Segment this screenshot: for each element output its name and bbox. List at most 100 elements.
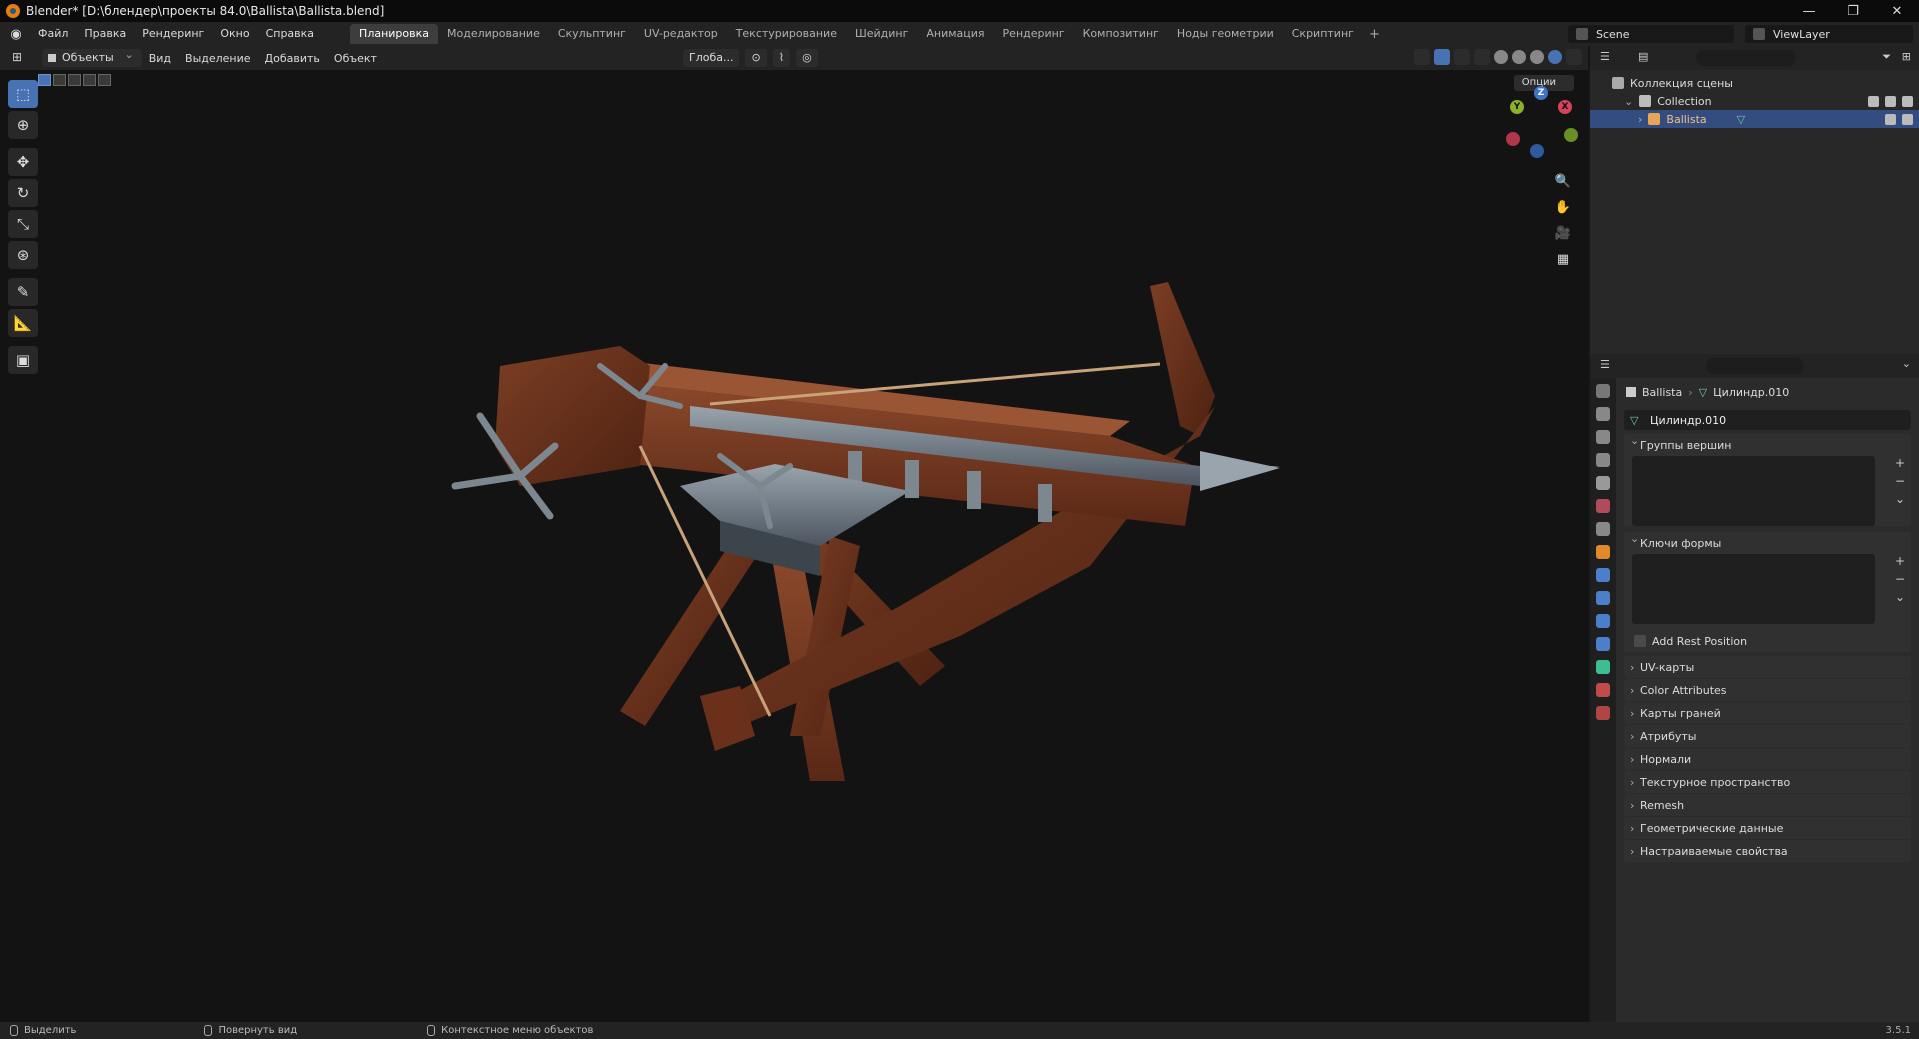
gizmo-toggle-icon[interactable]: [1434, 49, 1450, 65]
xray-toggle-icon[interactable]: [1474, 49, 1490, 65]
remove-vertex-group-icon[interactable]: −: [1895, 474, 1905, 488]
transform-orientation-select[interactable]: Глоба...: [683, 49, 740, 67]
output-tab-icon[interactable]: [1596, 430, 1610, 444]
gizmo-neg-x-icon[interactable]: [1506, 132, 1520, 146]
rotate-tool-icon[interactable]: ↻: [8, 179, 38, 207]
shading-material-icon[interactable]: [1530, 50, 1544, 64]
object-eye-icon[interactable]: [1885, 113, 1896, 125]
tab-sculpting[interactable]: Скульптинг: [549, 24, 635, 44]
outliner-object-ballista[interactable]: › Ballista ▽: [1590, 110, 1919, 128]
shape-keys-list[interactable]: [1632, 554, 1875, 624]
remove-shape-key-icon[interactable]: −: [1895, 572, 1905, 586]
properties-options-icon[interactable]: ⌄: [1902, 357, 1911, 370]
render-tab-icon[interactable]: [1596, 407, 1610, 421]
zoom-icon[interactable]: 🔍: [1554, 172, 1572, 190]
select-mode-extend-icon[interactable]: [53, 74, 66, 86]
ortho-grid-icon[interactable]: ▦: [1554, 250, 1572, 268]
collection-eye-icon[interactable]: [1885, 95, 1896, 107]
visibility-icon[interactable]: [1414, 49, 1430, 65]
add-workspace-icon[interactable]: +: [1363, 27, 1386, 42]
3d-viewport[interactable]: ⊞ Объекты Вид Выделение Добавить Объект …: [0, 46, 1588, 1022]
transform-tool-icon[interactable]: ⊛: [8, 241, 38, 269]
mesh-name-field[interactable]: ▽ Цилиндр.010: [1624, 410, 1911, 430]
pan-hand-icon[interactable]: ✋: [1554, 198, 1572, 216]
mesh-datablock-icon[interactable]: ▽: [1630, 414, 1638, 427]
outliner-scene-collection[interactable]: Коллекция сцены: [1590, 74, 1919, 92]
snap-icon[interactable]: ⌇: [772, 49, 791, 67]
move-tool-icon[interactable]: ✥: [8, 148, 38, 176]
overlay-toggle-icon[interactable]: [1454, 49, 1470, 65]
shading-wireframe-icon[interactable]: [1494, 50, 1508, 64]
tab-texture-paint[interactable]: Текстурирование: [727, 24, 846, 44]
tab-rendering[interactable]: Рендеринг: [994, 24, 1074, 44]
normals-panel[interactable]: Нормали: [1624, 748, 1911, 770]
view-layer-selector[interactable]: ViewLayer: [1745, 25, 1913, 43]
camera-view-icon[interactable]: 🎥: [1554, 224, 1572, 242]
measure-tool-icon[interactable]: 📐: [8, 309, 38, 337]
tool-tab-icon[interactable]: [1596, 384, 1610, 398]
new-collection-icon[interactable]: ⊞: [1902, 50, 1911, 63]
add-shape-key-icon[interactable]: +: [1895, 554, 1905, 568]
properties-editor-icon[interactable]: ☰: [1600, 358, 1610, 371]
tab-geometry-nodes[interactable]: Ноды геометрии: [1168, 24, 1283, 44]
tab-shading[interactable]: Шейдинг: [846, 24, 917, 44]
attributes-panel[interactable]: Атрибуты: [1624, 725, 1911, 747]
world-tab-icon[interactable]: [1596, 499, 1610, 513]
close-button[interactable]: ✕: [1875, 0, 1919, 22]
proportional-edit-icon[interactable]: ◎: [796, 49, 818, 67]
particles-tab-icon[interactable]: [1596, 591, 1610, 605]
select-box-tool-icon[interactable]: ⬚: [8, 80, 38, 108]
filter-icon[interactable]: ⏷: [1882, 50, 1891, 64]
shape-key-menu-icon[interactable]: ⌄: [1895, 590, 1905, 604]
ballista-model[interactable]: [0, 46, 1588, 1022]
texture-tab-icon[interactable]: [1596, 706, 1610, 720]
data-tab-icon[interactable]: [1596, 660, 1610, 674]
menu-file[interactable]: Файл: [30, 22, 76, 46]
outliner-collection[interactable]: ⌄ Collection: [1590, 92, 1919, 110]
select-mode-intersect-icon[interactable]: [98, 74, 111, 86]
add-rest-position-checkbox[interactable]: [1634, 635, 1646, 647]
menu-edit[interactable]: Правка: [76, 22, 134, 46]
custom-properties-panel[interactable]: Настраиваемые свойства: [1624, 840, 1911, 862]
menu-help[interactable]: Справка: [258, 22, 322, 46]
pivot-point-icon[interactable]: ⊙: [745, 49, 767, 67]
shape-keys-header[interactable]: Ключи формы: [1624, 532, 1911, 554]
editor-type-icon[interactable]: ⊞: [12, 50, 34, 66]
tab-scripting[interactable]: Скриптинг: [1283, 24, 1363, 44]
collection-expand-icon[interactable]: ⌄: [1624, 95, 1633, 108]
color-attributes-panel[interactable]: Color Attributes: [1624, 679, 1911, 701]
tab-animation[interactable]: Анимация: [917, 24, 993, 44]
gizmo-neg-y-icon[interactable]: [1564, 128, 1578, 142]
object-expand-icon[interactable]: ›: [1638, 113, 1642, 126]
collection-tab-icon[interactable]: [1596, 522, 1610, 536]
texture-space-panel[interactable]: Текстурное пространство: [1624, 771, 1911, 793]
add-vertex-group-icon[interactable]: +: [1895, 456, 1905, 470]
add-cube-tool-icon[interactable]: ▣: [8, 346, 38, 374]
scene-tab-icon[interactable]: [1596, 476, 1610, 490]
vertex-group-menu-icon[interactable]: ⌄: [1895, 492, 1905, 506]
gizmo-x-icon[interactable]: X: [1558, 100, 1572, 114]
tab-compositing[interactable]: Композитинг: [1074, 24, 1168, 44]
menu-object[interactable]: Объект: [327, 52, 384, 65]
view-layer-tab-icon[interactable]: [1596, 453, 1610, 467]
interaction-mode-select[interactable]: Объекты: [42, 46, 142, 67]
menu-view[interactable]: Вид: [142, 52, 178, 65]
outliner-search-input[interactable]: [1696, 50, 1796, 66]
tab-layout[interactable]: Планировка: [350, 24, 439, 44]
blender-logo-icon[interactable]: ◉: [8, 27, 24, 42]
outliner-editor-icon[interactable]: ☰: [1600, 50, 1610, 63]
menu-render[interactable]: Рендеринг: [134, 22, 212, 46]
cursor-tool-icon[interactable]: ⊕: [8, 111, 38, 139]
gizmo-neg-z-icon[interactable]: [1530, 144, 1544, 158]
menu-select[interactable]: Выделение: [178, 52, 258, 65]
modifier-tab-icon[interactable]: [1596, 568, 1610, 582]
minimize-button[interactable]: —: [1787, 0, 1831, 22]
face-maps-panel[interactable]: Карты граней: [1624, 702, 1911, 724]
collection-checkbox-icon[interactable]: [1868, 95, 1879, 107]
physics-tab-icon[interactable]: [1596, 614, 1610, 628]
select-mode-subtract-icon[interactable]: [68, 74, 81, 86]
shading-solid-icon[interactable]: [1512, 50, 1526, 64]
menu-add[interactable]: Добавить: [258, 52, 327, 65]
shading-rendered-icon[interactable]: [1548, 50, 1562, 64]
menu-window[interactable]: Окно: [212, 22, 257, 46]
